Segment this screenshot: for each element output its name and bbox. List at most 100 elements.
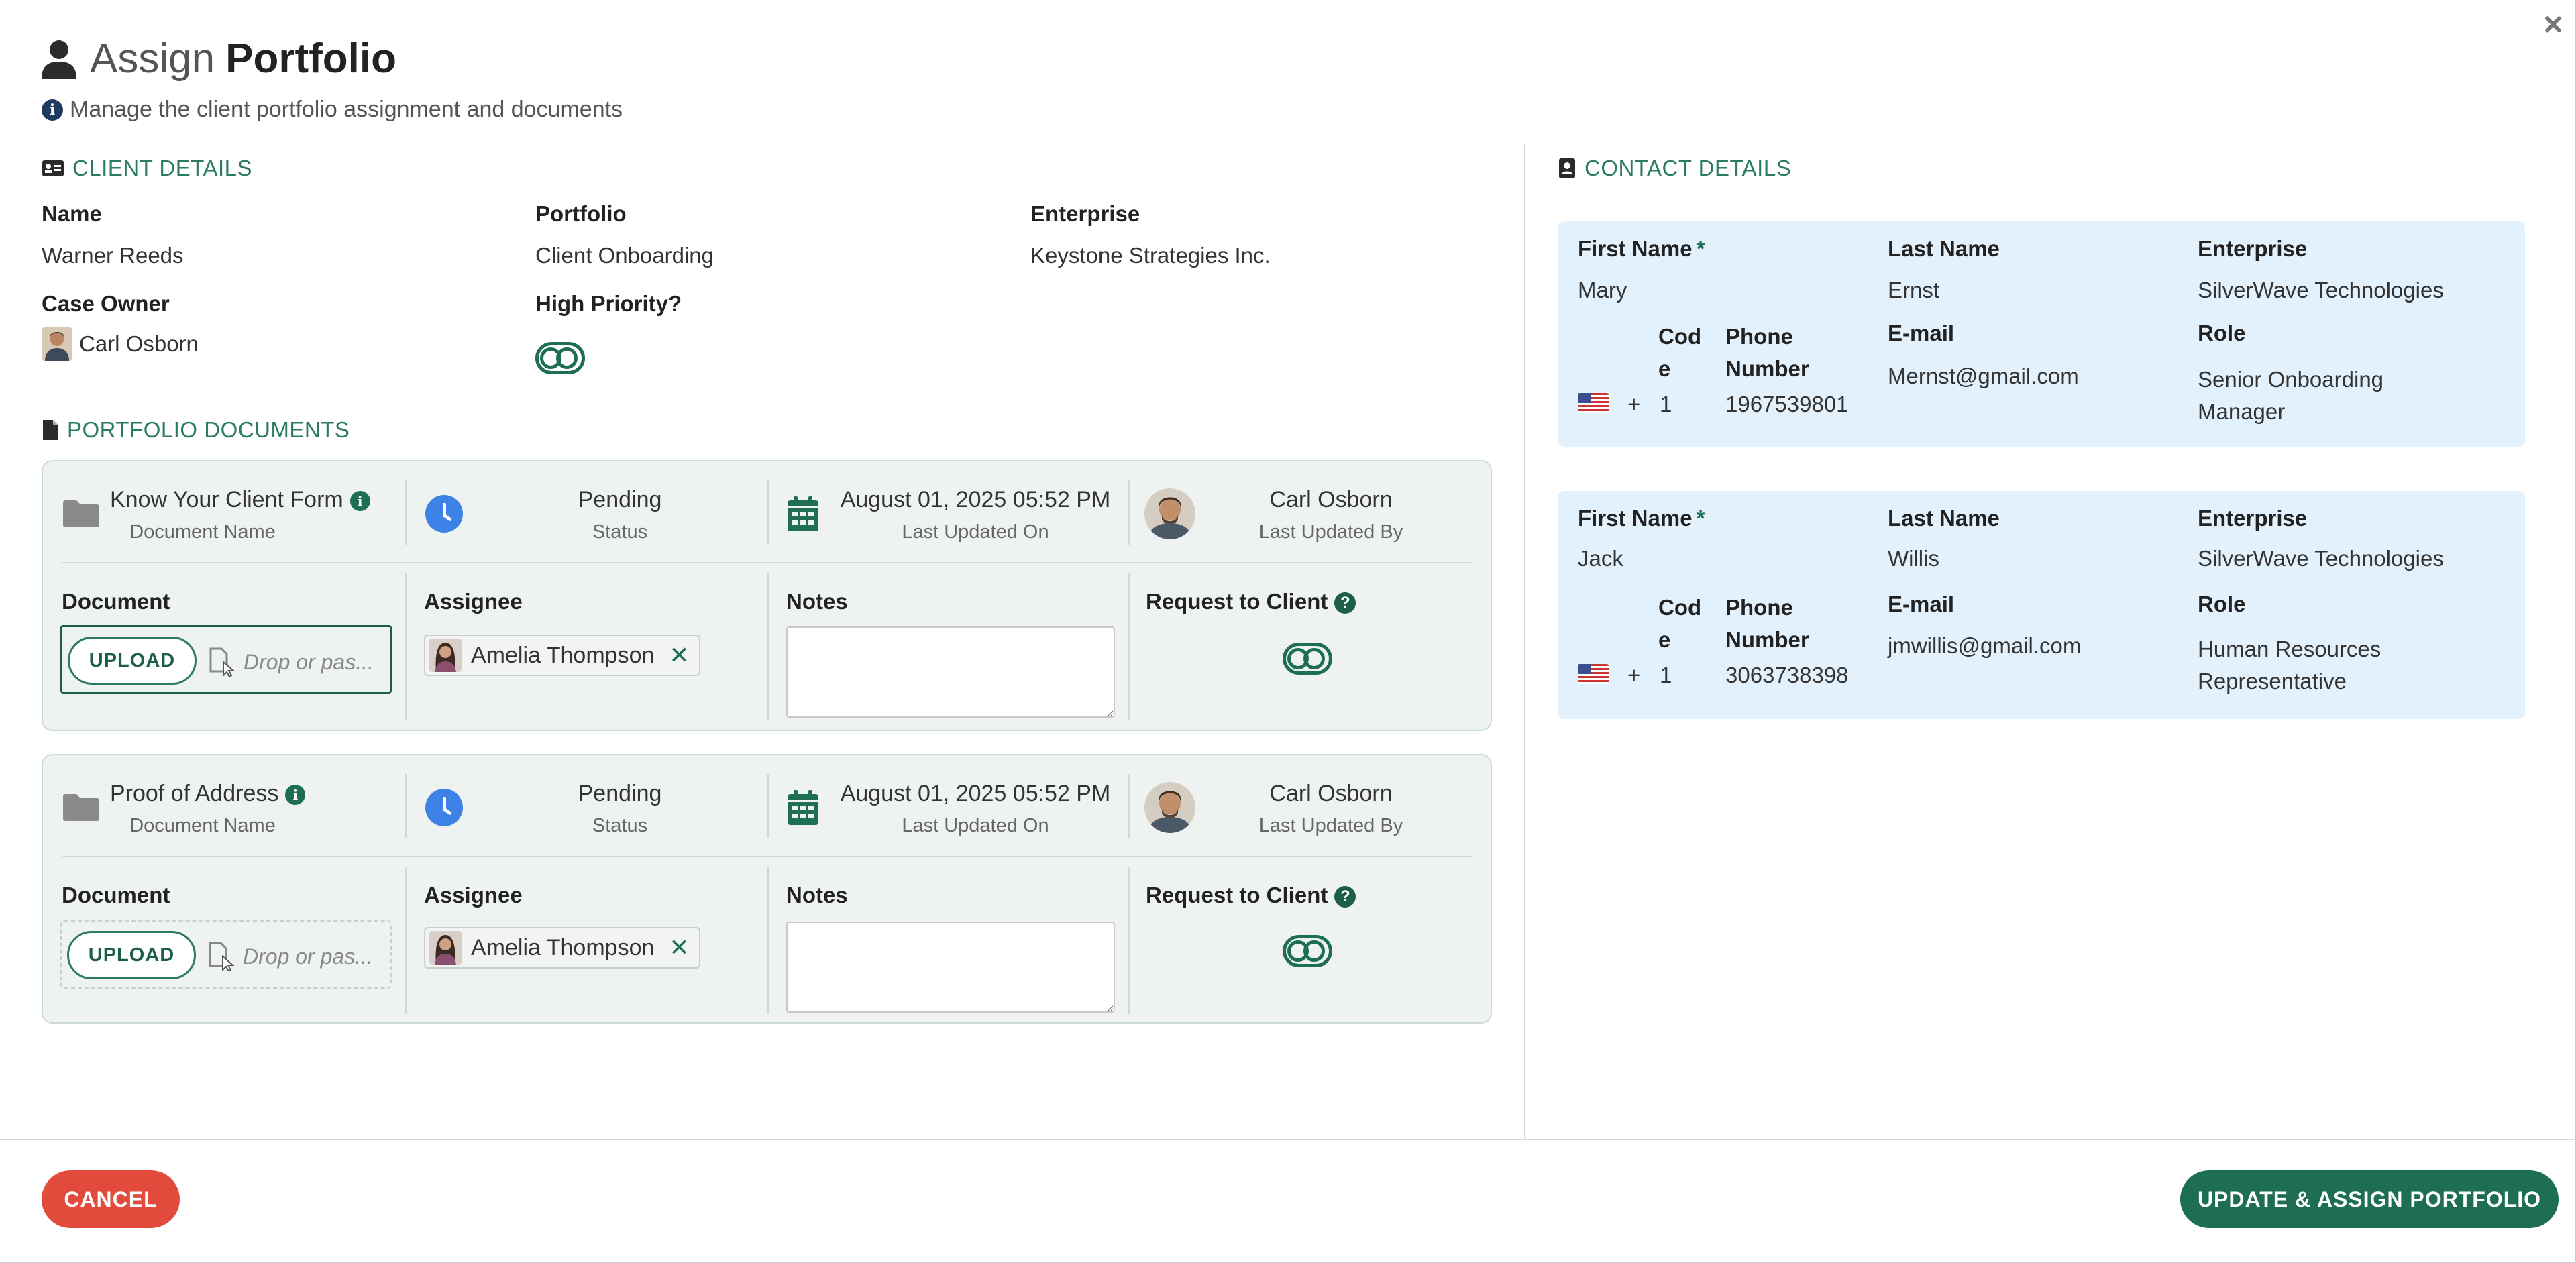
plus-sign: +	[1627, 663, 1641, 688]
info-icon: i	[42, 99, 63, 121]
notes-field[interactable]	[786, 922, 1115, 1013]
code-label-line2: e	[1658, 356, 1671, 381]
divider	[767, 867, 769, 1014]
last-updated-by-caption: Last Updated By	[1258, 521, 1403, 543]
portfolio-value: Client Onboarding	[535, 243, 714, 268]
status-value: Pending	[578, 487, 662, 512]
phone-number: 1967539801	[1725, 392, 1849, 417]
role-line2: Representative	[2198, 669, 2347, 694]
close-icon[interactable]: ×	[2536, 7, 2571, 42]
contact-details-heading: CONTACT DETAILS	[1558, 156, 1791, 181]
first-name-label-text: First Name	[1578, 236, 1693, 261]
help-icon[interactable]: ?	[1334, 886, 1356, 908]
code-label: Cod e	[1658, 592, 1701, 656]
avatar	[429, 931, 462, 965]
phone-number: 3063738398	[1725, 663, 1849, 688]
divider	[405, 573, 407, 720]
role-line1: Human Resources	[2198, 637, 2381, 661]
status-block: Pending Status	[486, 781, 754, 837]
assignee-name: Amelia Thompson	[471, 934, 655, 960]
card-divider	[62, 562, 1472, 563]
last-updated-by-block: Carl Osborn Last Updated By	[1210, 781, 1452, 837]
contact-book-icon	[1559, 158, 1575, 178]
divider	[1128, 774, 1130, 838]
email-value: jmwillis@gmail.com	[1888, 633, 2082, 658]
role-line2: Manager	[2198, 399, 2286, 424]
document-dropzone[interactable]: UPLOAD Drop or pas...	[60, 625, 392, 694]
required-marker: *	[1696, 236, 1705, 261]
subtitle: i Manage the client portfolio assignment…	[42, 97, 623, 123]
name-label: Name	[42, 201, 102, 226]
email-label: E-mail	[1888, 321, 1955, 345]
document-name-caption: Document Name	[129, 521, 276, 543]
dropzone-text: Drop or pas...	[244, 649, 374, 674]
role-line1: Senior Onboarding	[2198, 367, 2384, 392]
divider	[767, 573, 769, 720]
upload-button[interactable]: UPLOAD	[67, 931, 196, 979]
id-card-icon	[42, 160, 64, 176]
document-dropzone[interactable]: UPLOAD Drop or pas...	[60, 920, 392, 989]
divider	[1128, 480, 1130, 545]
code-label-line1: Cod	[1658, 595, 1702, 620]
code-label: Cod e	[1658, 321, 1701, 385]
assignee-chip: Amelia Thompson ✕	[424, 635, 700, 676]
remove-icon[interactable]: ✕	[669, 641, 689, 669]
last-updated-on-block: August 01, 2025 05:52 PM Last Updated On	[828, 781, 1123, 837]
remove-icon[interactable]: ✕	[669, 934, 689, 962]
user-icon	[42, 40, 76, 79]
avatar	[429, 639, 462, 672]
document-label: Document	[62, 883, 170, 908]
info-icon[interactable]: i	[350, 491, 370, 512]
assign-portfolio-modal: × Assign Portfolio i Manage the client p…	[0, 0, 2576, 1263]
high-priority-toggle[interactable]	[535, 342, 585, 374]
divider	[767, 774, 769, 838]
document-name-block: Know Your Client Form i Document Name	[110, 487, 370, 543]
clock-icon	[425, 789, 463, 826]
first-name-value: Jack	[1578, 546, 1623, 571]
last-updated-on-caption: Last Updated On	[902, 815, 1049, 836]
role-value: Senior Onboarding Manager	[2198, 364, 2383, 428]
last-updated-on-block: August 01, 2025 05:52 PM Last Updated On	[828, 487, 1123, 543]
request-to-client-label: Request to Client?	[1146, 883, 1356, 908]
last-name-value: Ernst	[1888, 278, 1940, 303]
calendar-icon	[788, 496, 818, 531]
last-name-label: Last Name	[1888, 506, 2000, 531]
contact-card: First Name * Mary Last Name Ernst Enterpr…	[1558, 221, 2525, 447]
request-to-client-text: Request to Client	[1146, 883, 1328, 908]
subtitle-text: Manage the client portfolio assignment a…	[70, 97, 623, 122]
section-title: CONTACT DETAILS	[1585, 156, 1792, 180]
avatar	[1144, 488, 1195, 539]
cancel-button[interactable]: CANCEL	[42, 1170, 180, 1228]
portfolio-label: Portfolio	[535, 201, 627, 226]
last-updated-on: August 01, 2025 05:52 PM	[840, 781, 1111, 806]
enterprise-label: Enterprise	[2198, 506, 2308, 531]
footer-divider	[0, 1139, 2576, 1140]
phone-label: Phone Number	[1725, 592, 1809, 656]
update-assign-portfolio-button[interactable]: UPDATE & ASSIGN PORTFOLIO	[2180, 1170, 2559, 1228]
phone-label: Phone Number	[1725, 321, 1809, 385]
upload-button[interactable]: UPLOAD	[68, 637, 197, 685]
dropzone-hint: Drop or pas...	[209, 647, 374, 677]
last-updated-by: Carl Osborn	[1269, 781, 1393, 806]
code-label-line1: Cod	[1658, 324, 1702, 349]
first-name-label: First Name *	[1578, 506, 1705, 531]
enterprise-label: Enterprise	[1030, 201, 1140, 226]
assignee-name: Amelia Thompson	[471, 642, 655, 668]
help-icon[interactable]: ?	[1334, 592, 1356, 614]
modal-header: Assign Portfolio	[40, 35, 396, 83]
status-caption: Status	[592, 815, 648, 836]
last-updated-on-caption: Last Updated On	[902, 521, 1049, 543]
title-light: Assign	[90, 36, 215, 82]
notes-field[interactable]	[786, 626, 1115, 718]
us-flag-icon	[1578, 393, 1609, 413]
divider	[767, 480, 769, 545]
info-icon[interactable]: i	[285, 785, 306, 806]
clock-icon	[425, 495, 463, 533]
request-to-client-toggle[interactable]	[1283, 935, 1332, 967]
enterprise-value: Keystone Strategies Inc.	[1030, 243, 1271, 268]
country-code: 1	[1660, 663, 1672, 688]
request-to-client-toggle[interactable]	[1283, 643, 1332, 675]
high-priority-label: High Priority?	[535, 291, 682, 316]
client-details-heading: CLIENT DETAILS	[42, 156, 252, 181]
request-to-client-label: Request to Client?	[1146, 589, 1356, 614]
